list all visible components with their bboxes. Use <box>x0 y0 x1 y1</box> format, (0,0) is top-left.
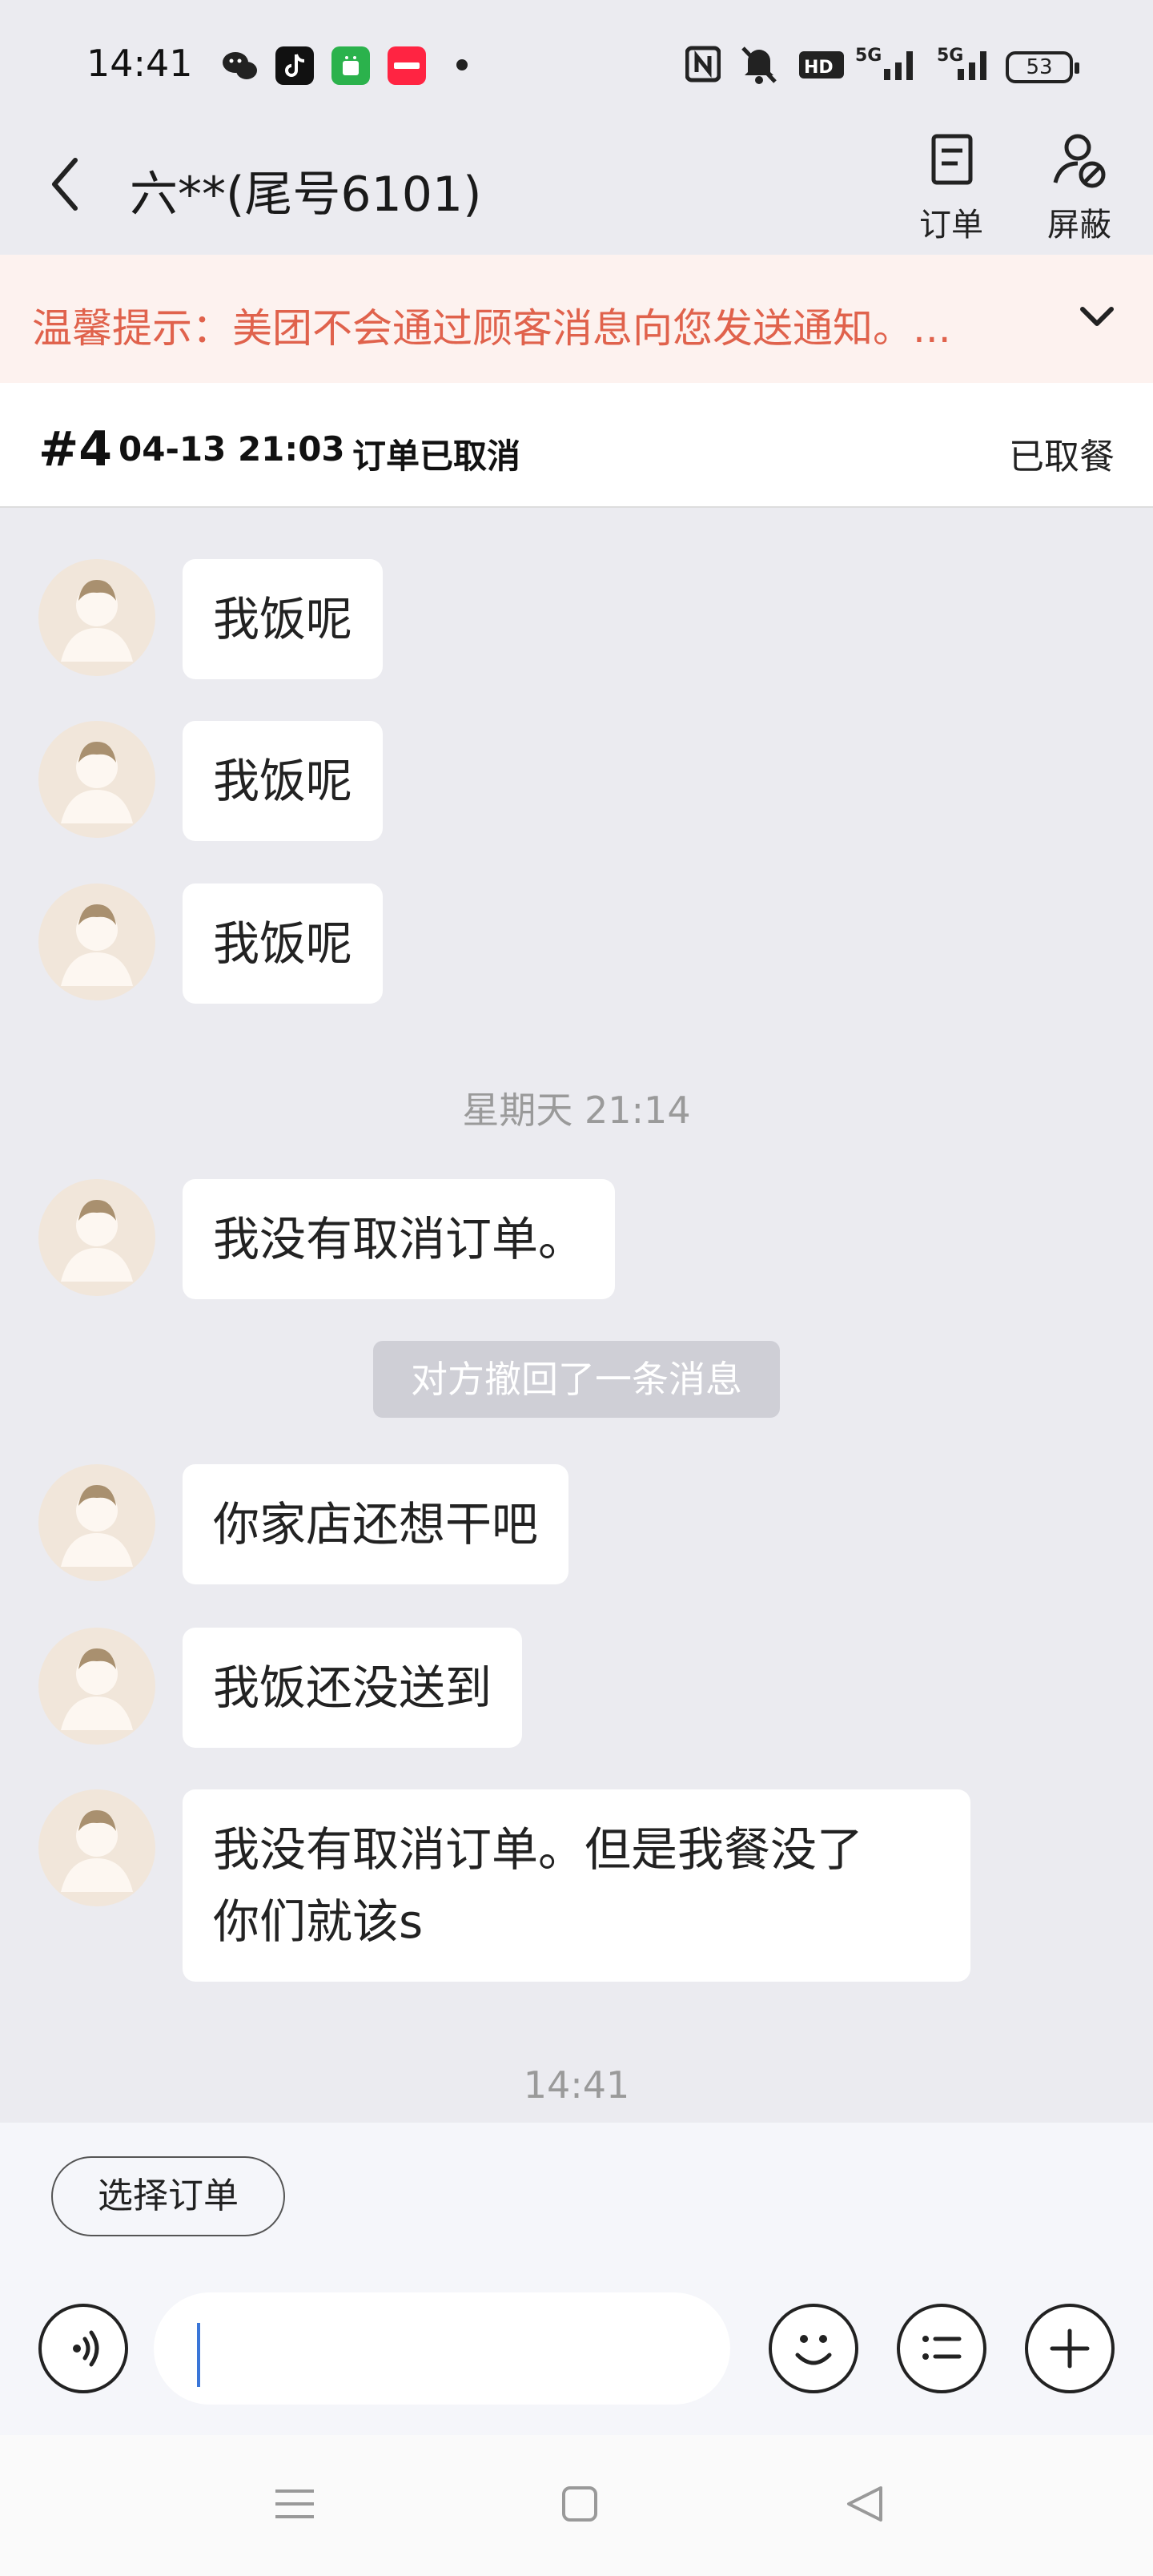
avatar[interactable] <box>38 1179 155 1296</box>
avatar[interactable] <box>38 559 155 676</box>
order-status: 订单已取消 <box>352 437 521 476</box>
notice-text: 温馨提示：美团不会通过顾客消息向您发送通知。... <box>32 305 951 352</box>
order-button[interactable]: 订单 <box>903 131 999 244</box>
order-datetime: 04-13 21:03 <box>119 429 345 469</box>
xiaohongshu-icon <box>388 46 426 85</box>
status-time: 14:41 <box>86 42 193 85</box>
choose-order-button[interactable]: 选择订单 <box>51 2156 285 2236</box>
message-bubble[interactable]: 我饭呢 <box>183 559 384 679</box>
back-button[interactable] <box>43 152 91 216</box>
order-button-label: 订单 <box>919 207 983 244</box>
message-input[interactable] <box>154 2292 730 2405</box>
order-list-icon <box>931 134 973 185</box>
text-caret <box>197 2323 200 2387</box>
emoji-icon <box>795 2335 832 2365</box>
voice-icon <box>73 2330 99 2367</box>
mute-icon <box>738 40 780 88</box>
message-line: 你们就该s <box>213 1894 424 1949</box>
status-bar: 14:41 HD 5G 5G 53 <box>0 0 1153 128</box>
more-notifications-dot <box>456 59 468 70</box>
android-app-icon <box>331 46 370 85</box>
menu-icon[interactable] <box>271 2480 319 2528</box>
voice-button[interactable] <box>38 2304 128 2393</box>
message-bubble[interactable]: 我饭呢 <box>183 721 384 841</box>
avatar[interactable] <box>38 883 155 1000</box>
block-button[interactable]: 屏蔽 <box>1031 131 1127 244</box>
list-icon <box>922 2336 962 2360</box>
wechat-icon <box>221 46 259 85</box>
svg-text:5G: 5G <box>937 46 963 66</box>
message-bubble[interactable]: 我饭还没送到 <box>183 1628 523 1748</box>
svg-text:HD: HD <box>804 58 834 78</box>
block-button-label: 屏蔽 <box>1047 207 1111 244</box>
avatar[interactable] <box>38 721 155 838</box>
input-area: 选择订单 <box>0 2123 1153 2435</box>
system-nav-bar <box>0 2435 1153 2576</box>
avatar[interactable] <box>38 1789 155 1906</box>
block-user-icon <box>1053 134 1106 188</box>
svg-text:5G: 5G <box>855 46 882 66</box>
order-bar[interactable]: #4 04-13 21:03 订单已取消 已取餐 <box>0 383 1153 508</box>
pickup-status: 已取餐 <box>1009 437 1115 477</box>
time-divider: 14:41 <box>523 2063 630 2107</box>
signal-5g-icon: 5G <box>855 40 921 88</box>
time-divider: 星期天 21:14 <box>462 1089 691 1132</box>
home-icon[interactable] <box>556 2480 604 2528</box>
more-button[interactable] <box>1025 2304 1115 2393</box>
order-number: #4 <box>38 421 113 477</box>
back-chevron-icon <box>52 158 78 211</box>
message-bubble[interactable]: 我没有取消订单。但是我餐没了 你们就该s <box>183 1789 970 1982</box>
hd-icon: HD <box>797 40 846 88</box>
message-bubble[interactable]: 你家店还想干吧 <box>183 1464 569 1584</box>
message-bubble[interactable]: 我没有取消订单。 <box>183 1179 616 1299</box>
chevron-down-icon[interactable] <box>1073 298 1121 338</box>
avatar[interactable] <box>38 1628 155 1745</box>
recall-notice: 对方撤回了一条消息 <box>373 1341 780 1418</box>
page-title: 六**(尾号6101) <box>130 167 482 223</box>
top-area: 14:41 HD 5G 5G 53 六**(尾号6101) 订单 屏蔽 <box>0 0 1153 255</box>
message-bubble[interactable]: 我饭呢 <box>183 883 384 1004</box>
plus-icon <box>1050 2328 1090 2369</box>
nfc-icon <box>685 40 721 88</box>
quick-reply-button[interactable] <box>897 2304 986 2393</box>
back-triangle-icon[interactable] <box>841 2480 889 2528</box>
douyin-icon <box>275 46 314 85</box>
message-line: 我没有取消订单。但是我餐没了 <box>213 1822 864 1877</box>
avatar[interactable] <box>38 1464 155 1581</box>
emoji-button[interactable] <box>769 2304 858 2393</box>
notice-banner[interactable]: 温馨提示：美团不会通过顾客消息向您发送通知。... <box>0 255 1153 383</box>
battery-icon: 53 <box>1006 51 1079 83</box>
signal-5g-icon: 5G <box>937 40 1002 88</box>
